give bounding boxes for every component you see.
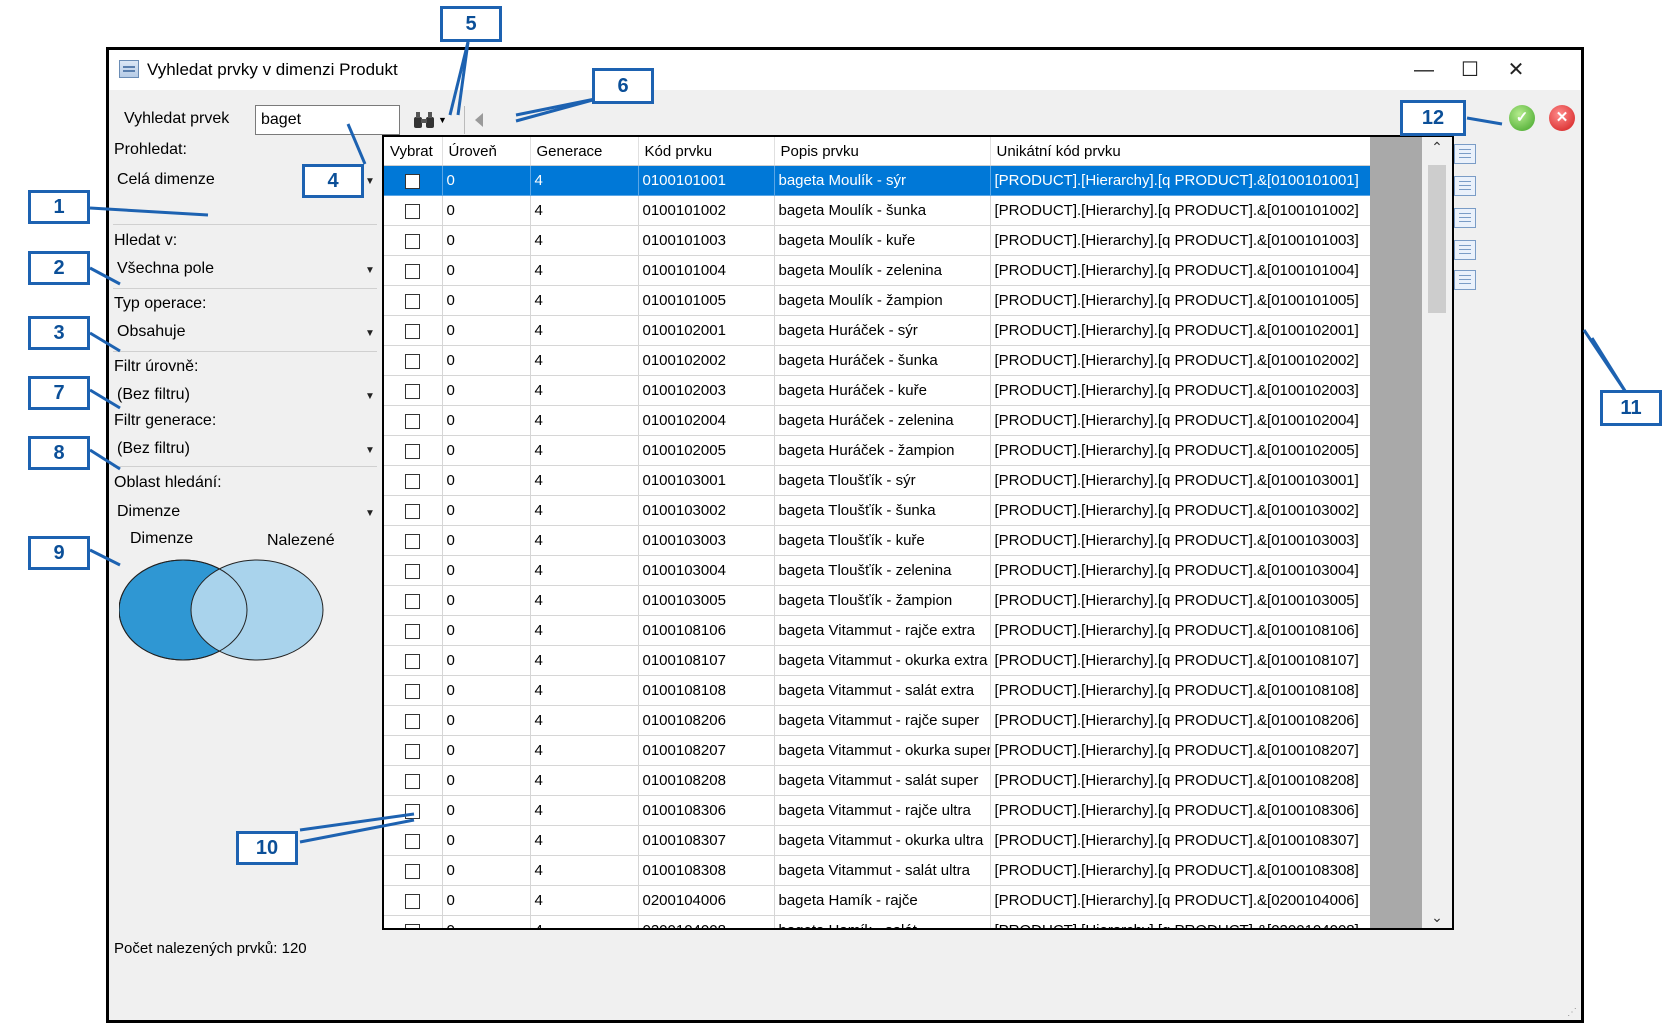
callout-3: 3 (28, 316, 90, 350)
callout-9: 9 (28, 536, 90, 570)
callout-11: 11 (1600, 390, 1662, 426)
callout-4: 4 (302, 164, 364, 198)
annotation-lines (89, 41, 1629, 844)
callout-8: 8 (28, 436, 90, 470)
callout-2: 2 (28, 251, 90, 285)
callout-1: 1 (28, 190, 90, 224)
callout-7: 7 (28, 376, 90, 410)
callout-12: 12 (1400, 100, 1466, 136)
callout-6: 6 (592, 68, 654, 104)
callout-5: 5 (440, 6, 502, 42)
callout-10: 10 (236, 831, 298, 865)
